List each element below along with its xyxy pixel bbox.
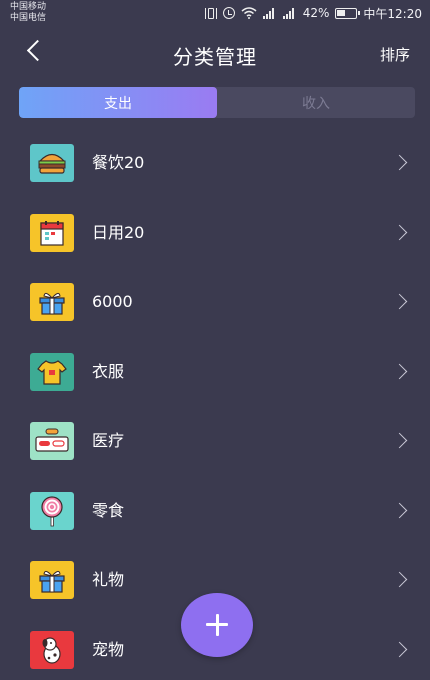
category-label: 礼物 (92, 570, 125, 589)
category-label: 零食 (92, 500, 125, 520)
tab-expense[interactable]: 支出 (19, 87, 217, 118)
category-item-snacks[interactable]: 零食 (0, 476, 430, 546)
chevron-right-icon (396, 574, 408, 586)
category-label: 宠物 (92, 639, 125, 659)
chevron-right-icon (396, 157, 408, 169)
battery-percent: 42% (302, 6, 330, 20)
gift-box-icon (30, 283, 74, 321)
gift-box-icon (30, 561, 74, 599)
chevron-right-icon (396, 435, 408, 447)
page-title: 分类管理 (173, 45, 257, 69)
signal-icon (262, 7, 277, 19)
category-item-dining[interactable]: 餐饮20 (0, 128, 430, 198)
lollipop-icon (30, 491, 74, 530)
status-indicators: 42% 中午12:20 (204, 5, 422, 21)
calendar-icon (30, 213, 74, 252)
category-item-medical[interactable]: 医疗 (0, 406, 430, 476)
chevron-right-icon (396, 505, 408, 517)
battery-icon (335, 7, 361, 19)
chevron-right-icon (396, 644, 408, 656)
dog-icon (30, 630, 74, 669)
category-label: 医疗 (92, 431, 125, 450)
header: 分类管理 排序 (0, 28, 430, 80)
chevron-right-icon (396, 227, 408, 239)
carrier-1: 中国移动 (10, 2, 47, 12)
alarm-icon (222, 7, 235, 19)
carrier-2: 中国电信 (10, 13, 47, 23)
category-item-clothes[interactable]: 衣服 (0, 337, 430, 407)
type-tabs: 支出 收入 (19, 87, 415, 118)
category-item-daily[interactable]: 日用20 (0, 198, 430, 268)
status-bar: 中国移动 中国电信 42% 中午12:20 (0, 0, 430, 28)
tab-income[interactable]: 收入 (217, 87, 415, 118)
category-label: 日用20 (92, 222, 145, 242)
wifi-icon (241, 7, 257, 19)
category-label: 餐饮20 (92, 153, 145, 172)
category-label: 衣服 (92, 361, 125, 381)
chevron-right-icon (396, 296, 408, 308)
clock: 中午12:20 (363, 6, 422, 21)
category-label: 6000 (92, 292, 133, 311)
chevron-right-icon (396, 366, 408, 378)
add-category-button[interactable] (181, 593, 253, 657)
sort-button[interactable]: 排序 (380, 44, 410, 65)
carrier-info: 中国移动 中国电信 (10, 2, 46, 24)
category-item-6000[interactable]: 6000 (0, 267, 430, 337)
pills-icon (30, 422, 74, 460)
burger-icon (30, 144, 74, 182)
jersey-icon (30, 352, 74, 391)
signal-icon-2 (282, 7, 297, 19)
vibrate-icon (204, 7, 217, 19)
